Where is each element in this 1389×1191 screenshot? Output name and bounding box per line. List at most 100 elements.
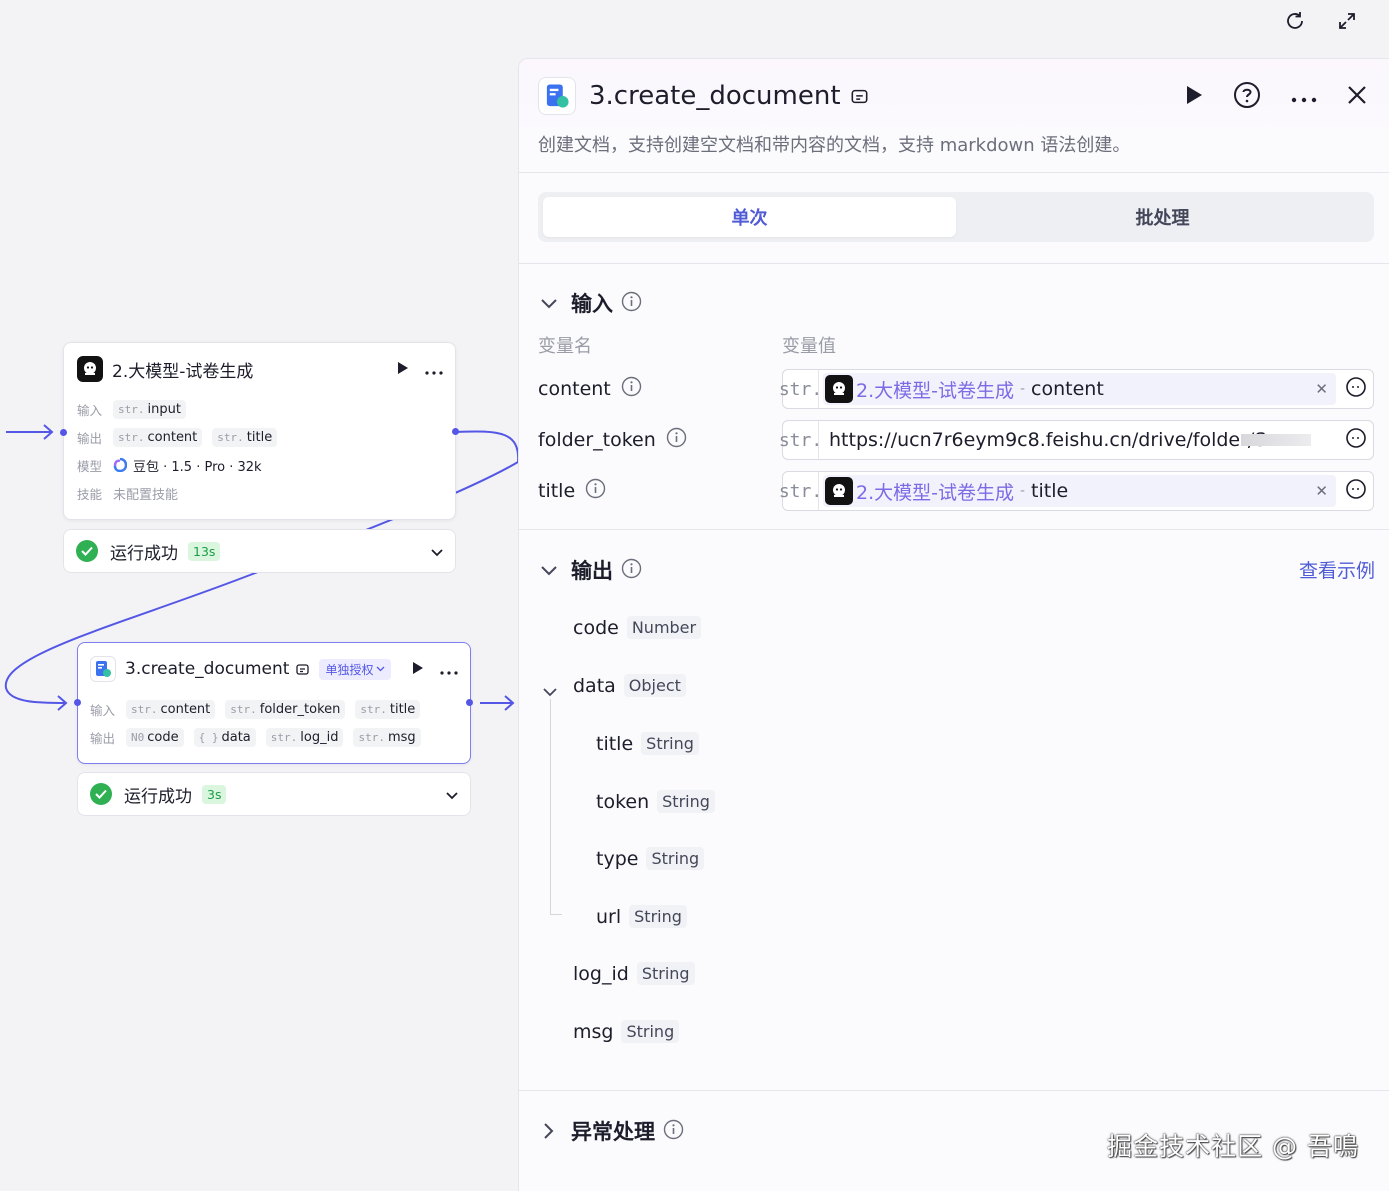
chevron-down-icon[interactable] [431, 542, 443, 561]
plugin-icon [296, 663, 310, 676]
info-icon[interactable] [663, 1119, 684, 1144]
skill-value: 未配置技能 [113, 487, 179, 503]
output-field-data-title: title String [596, 732, 699, 755]
model-value: 豆包 · 1.5 · Pro · 32k [133, 459, 262, 475]
llm-input-port[interactable] [60, 429, 67, 436]
tab-single[interactable]: 单次 [543, 197, 956, 237]
status-text: 运行成功 [124, 786, 192, 807]
panel-description: 创建文档，支持创建空文档和带内容的文档，支持 markdown 语法创建。 [538, 135, 1131, 156]
section-title: 输出 [571, 559, 613, 583]
llm-node[interactable]: 2.大模型-试卷生成 输入 str. input 输出 str. content s… [63, 342, 456, 520]
column-name-label: 变量名 [538, 336, 592, 357]
reference-chip[interactable]: 2.大模型-试卷生成 - content ✕ [823, 373, 1336, 405]
expand-icon[interactable] [1332, 6, 1362, 36]
run-node-icon[interactable] [397, 360, 409, 379]
refresh-icon[interactable] [1280, 6, 1310, 36]
chevron-down-icon [377, 666, 385, 672]
input-tag: str. input [113, 399, 186, 419]
info-icon[interactable] [666, 427, 687, 453]
variable-picker-icon[interactable] [1345, 427, 1367, 453]
document-node-icon [538, 77, 576, 115]
divider [519, 263, 1389, 264]
info-icon[interactable] [585, 478, 606, 504]
info-icon[interactable] [621, 291, 642, 316]
param-value-field[interactable]: str. https://ucn7r6eym9c8.feishu.cn/driv… [779, 420, 1374, 460]
see-example-link[interactable]: 查看示例 [1299, 556, 1375, 583]
section-title: 输入 [571, 292, 613, 316]
run-icon[interactable] [1185, 85, 1203, 109]
llm-output-port[interactable] [452, 428, 459, 435]
reference-chip[interactable]: 2.大模型-试卷生成 - title ✕ [823, 475, 1336, 507]
plugin-icon [851, 88, 868, 105]
param-name: title [538, 478, 606, 504]
more-icon[interactable] [1291, 88, 1317, 107]
llm-node-icon [77, 356, 103, 382]
type-selector[interactable]: str. [779, 472, 822, 510]
divider [519, 529, 1389, 530]
output-section-header[interactable]: 输出 [541, 555, 642, 585]
doc-input-port[interactable] [74, 699, 81, 706]
connection-lines [4, 424, 520, 711]
tab-batch[interactable]: 批处理 [956, 197, 1369, 237]
chevron-down-icon[interactable] [446, 785, 458, 804]
doc-output-row: 输出 N0 code { } data str. log_id str. msg [90, 723, 458, 751]
chevron-down-icon[interactable] [541, 294, 557, 313]
doc-input-row: 输入 str. content str. folder_token str. titl… [90, 695, 458, 723]
clear-icon[interactable]: ✕ [1315, 482, 1328, 500]
time-badge: 3s [202, 784, 227, 804]
doc-run-status[interactable]: 运行成功 3s [77, 772, 471, 816]
param-value-field[interactable]: str. 2.大模型-试卷生成 - title ✕ [779, 471, 1374, 511]
type-selector[interactable]: str. [779, 370, 822, 408]
workflow-canvas[interactable]: 2.大模型-试卷生成 输入 str. input 输出 str. content s… [0, 0, 520, 1191]
more-icon[interactable] [440, 660, 458, 679]
output-field-msg: msg String [573, 1020, 680, 1043]
input-tag: str. title [355, 699, 421, 719]
folder-token-input[interactable]: https://ucn7r6eym9c8.feishu.cn/drive/fol… [829, 429, 1309, 451]
llm-node-icon [825, 375, 853, 403]
variable-picker-icon[interactable] [1345, 376, 1367, 402]
llm-node-header: 2.大模型-试卷生成 [77, 355, 443, 383]
llm-output-row: 输出 str. content str. title [77, 423, 443, 451]
output-tag: str. log_id [265, 727, 344, 747]
tree-line [550, 914, 562, 915]
output-field-log-id: log_id String [573, 962, 695, 985]
output-tag: str. content [113, 427, 203, 447]
output-field-data-token: token String [596, 790, 715, 813]
llm-run-status[interactable]: 运行成功 13s [63, 529, 456, 573]
info-icon[interactable] [621, 558, 642, 583]
llm-skill-row: 技能 未配置技能 [77, 479, 443, 507]
section-title: 异常处理 [571, 1120, 655, 1144]
chevron-right-icon[interactable] [541, 1123, 557, 1139]
redacted-block [1241, 434, 1311, 446]
doc-node-title: 3.create_document [125, 659, 290, 679]
input-tag: str. folder_token [225, 699, 346, 719]
time-badge: 13s [188, 541, 221, 561]
param-value-field[interactable]: str. 2.大模型-试卷生成 - content ✕ [779, 369, 1374, 409]
status-text: 运行成功 [110, 543, 178, 564]
input-section-header[interactable]: 输入 [541, 288, 642, 318]
variable-picker-icon[interactable] [1345, 478, 1367, 504]
output-tag: N0 code [126, 727, 184, 747]
llm-input-row: 输入 str. input [77, 395, 443, 423]
divider [519, 1090, 1389, 1091]
doc-output-port[interactable] [466, 699, 473, 706]
info-icon[interactable] [621, 376, 642, 402]
more-icon[interactable] [425, 360, 443, 379]
create-document-node[interactable]: 3.create_document 单独授权 输入 str. content st… [77, 642, 471, 764]
output-field-code: code Number [573, 616, 702, 639]
close-icon[interactable] [1347, 85, 1367, 109]
run-mode-tabs: 单次 批处理 [538, 192, 1374, 242]
auth-badge[interactable]: 单独授权 [319, 658, 392, 680]
column-value-label: 变量值 [782, 336, 836, 357]
output-field-data-type: type String [596, 847, 705, 870]
run-node-icon[interactable] [412, 660, 424, 679]
help-icon[interactable] [1233, 81, 1261, 113]
panel-title: 3.create_document [589, 81, 841, 111]
error-section-header[interactable]: 异常处理 [541, 1116, 684, 1146]
clear-icon[interactable]: ✕ [1315, 380, 1328, 398]
llm-node-title: 2.大模型-试卷生成 [112, 361, 254, 382]
success-check-icon [76, 540, 98, 562]
type-selector[interactable]: str. [779, 421, 822, 459]
chevron-down-icon[interactable] [541, 561, 557, 580]
output-tag: str. title [212, 427, 278, 447]
